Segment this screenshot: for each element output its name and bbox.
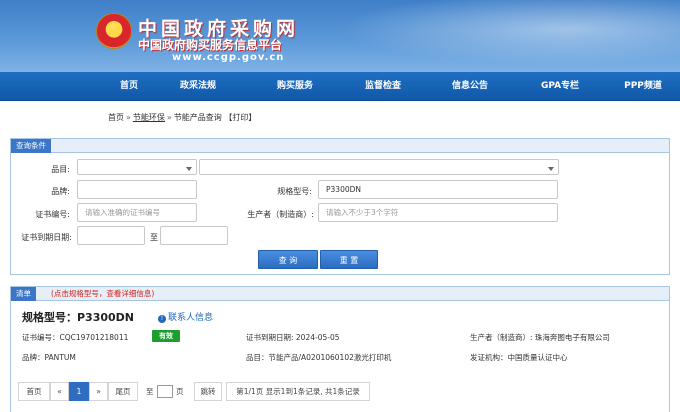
expiry-label: 证书到期日期: [21,233,72,242]
site-subtitle: 中国政府购买服务信息平台 [138,38,283,52]
result-certificate-number: 证书编号：CQC19701218011 [22,333,129,342]
pager-page-input[interactable] [157,385,173,398]
pager-to-label: 至 [146,387,154,396]
result-brand: 品牌：PANTUM [22,353,76,362]
nav-item-regulations[interactable]: 政采法规 [168,72,228,101]
manufacturer-input[interactable]: 请输入不少于3个字符 [318,203,558,222]
certificate-label: 证书编号: [35,210,70,219]
breadcrumb: 首页» 节能环保» 节能产品查询 【打印】 [108,112,256,123]
nav-item-home[interactable]: 首页 [104,72,154,101]
result-product: 品目：节能产品/A0201060102激光打印机 [246,353,392,362]
nav-item-announcements[interactable]: 信息公告 [440,72,500,101]
expiry-to-label: 至 [150,233,158,242]
reset-button[interactable]: 重 置 [320,250,378,269]
chevron-down-icon [548,167,554,171]
breadcrumb-energy[interactable]: 节能环保 [133,113,165,122]
site-header: ★ 中国政府采购网 中国政府购买服务信息平台 www.ccgp.gov.cn [0,0,680,72]
contact-info-label: 联系人信息 [168,313,214,323]
print-link[interactable]: 【打印】 [224,113,256,122]
brand-label: 品牌: [51,187,70,196]
result-expiry-date: 证书到期日期: 2024-05-05 [246,333,340,342]
pager-page-unit: 页 [176,387,184,396]
nav-item-purchase-service[interactable]: 购买服务 [262,72,328,101]
product-label: 品目: [51,165,70,174]
contact-info-link[interactable]: ! 联系人信息 [158,310,213,323]
product-select[interactable] [77,159,197,175]
nav-item-gpa[interactable]: GPA专栏 [530,72,590,101]
result-panel-title: 清单 [11,287,36,301]
breadcrumb-home[interactable]: 首页 [108,113,124,122]
pager-last[interactable]: 尾页 [108,382,138,401]
brand-input[interactable] [77,180,197,199]
nav-item-ppp[interactable]: PPP频道 [612,72,674,101]
pager-current-page[interactable]: 1 [69,382,89,401]
expiry-from-input[interactable] [77,226,145,245]
site-url: www.ccgp.gov.cn [172,52,285,63]
certificate-input[interactable]: 请输入准确的证书编号 [77,203,197,222]
status-badge: 有效 [152,330,180,342]
manufacturer-label: 生产者（制造商）: [247,210,314,219]
header-sky-decoration [300,0,680,72]
breadcrumb-separator: » [126,113,131,122]
result-manufacturer: 生产者（制造商）: 珠海奔图电子有限公司 [470,333,610,342]
national-emblem-icon: ★ [96,13,132,49]
pager-jump-button[interactable]: 跳转 [194,382,222,401]
breadcrumb-separator: » [166,113,172,122]
main-nav: 首页 政采法规 购买服务 监督检查 信息公告 GPA专栏 PPP频道 [0,72,680,101]
expiry-to-input[interactable] [160,226,228,245]
result-panel-header: 清单 (点击规格型号，查看详细信息) [11,287,669,301]
result-hint: (点击规格型号，查看详细信息) [51,289,155,298]
result-issuer: 发证机构：中国质量认证中心 [470,353,568,362]
chevron-down-icon [186,167,192,171]
pager-prev[interactable]: « [50,382,69,401]
info-icon: ! [158,315,166,323]
pager-summary: 第1/1页 显示1到1条记录, 共1条记录 [226,382,370,401]
search-button[interactable]: 查 询 [258,250,318,269]
nav-item-supervision[interactable]: 监督检查 [350,72,416,101]
result-model-link[interactable]: 规格型号：P3300DN [22,309,134,325]
query-panel-header: 查询条件 [11,139,669,153]
query-panel-title: 查询条件 [11,139,51,153]
model-label: 规格型号: [277,187,312,196]
breadcrumb-product-query[interactable]: 节能产品查询 [174,113,222,122]
product-subselect[interactable] [199,159,559,175]
pager-first[interactable]: 首页 [18,382,50,401]
model-input[interactable]: P3300DN [318,180,558,199]
pager-next[interactable]: » [89,382,108,401]
